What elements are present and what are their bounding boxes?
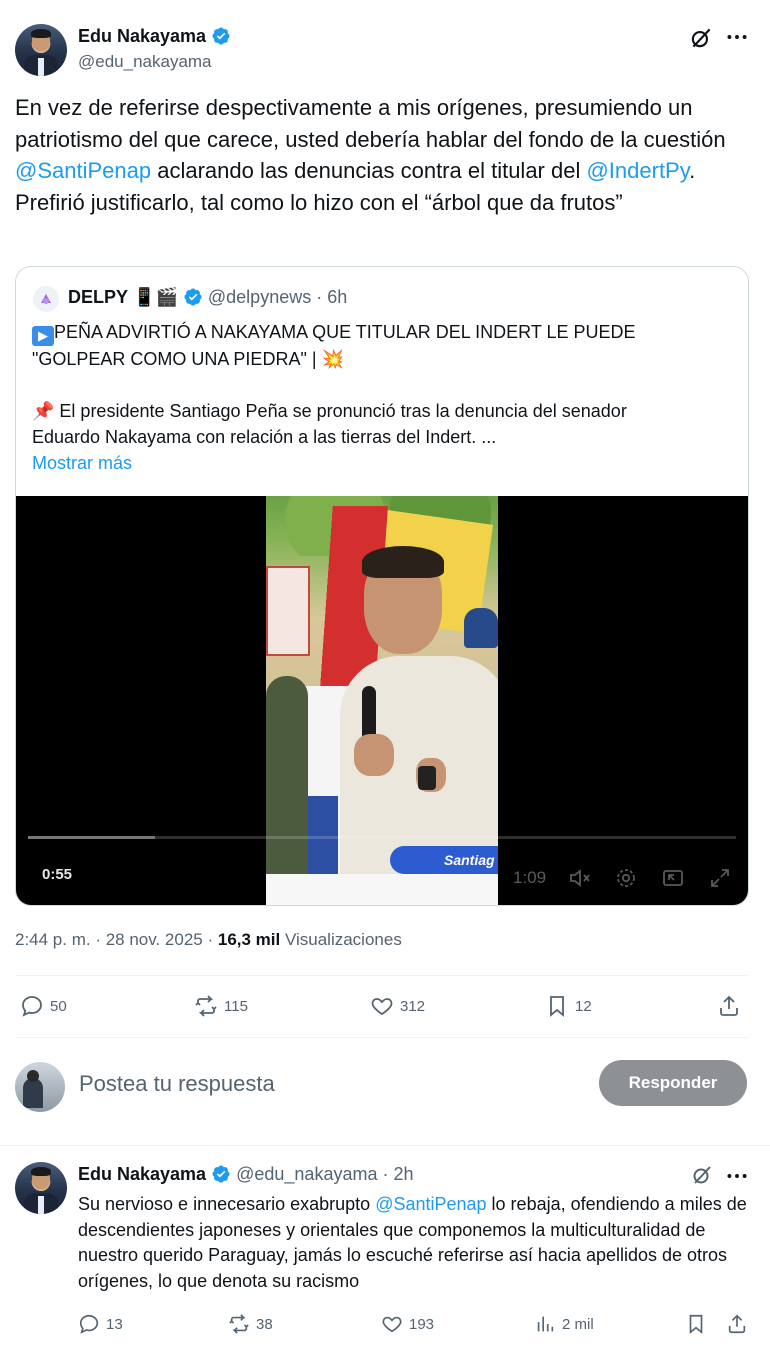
video-frame: Santiag	[266, 496, 498, 905]
verified-badge-icon	[184, 288, 202, 306]
quote-name-emojis: 📱🎬	[133, 287, 178, 307]
views-label: Visualizaciones	[280, 930, 402, 949]
mute-icon[interactable]	[567, 866, 593, 890]
tweet-text-part: En vez de referirse despectivamente a mi…	[15, 95, 726, 152]
mention-link[interactable]: @SantiPenap	[15, 158, 151, 183]
verified-badge-icon	[211, 27, 230, 45]
like-action[interactable]: 312	[370, 994, 425, 1018]
quote-line: 📌 El presidente Santiago Peña se pronunc…	[32, 398, 742, 424]
reply-text: Su nervioso e innecesario exabrupto @San…	[78, 1192, 750, 1294]
share-icon[interactable]	[726, 1313, 748, 1335]
reply-views-count: 2 mil	[562, 1315, 594, 1333]
settings-gear-icon[interactable]	[614, 866, 638, 890]
mention-link[interactable]: @IndertPy	[586, 158, 689, 183]
author-name-row: Edu Nakayama	[78, 26, 231, 47]
quote-author-avatar[interactable]	[33, 286, 59, 312]
author-avatar[interactable]	[15, 24, 67, 76]
show-more-link[interactable]: Mostrar más	[32, 450, 742, 476]
reply-input[interactable]: Postea tu respuesta	[79, 1071, 275, 1097]
more-options-icon[interactable]	[724, 1165, 750, 1187]
quote-line: Eduardo Nakayama con relación a las tier…	[32, 427, 497, 447]
reply-retweet-count: 38	[256, 1315, 273, 1333]
retweet-action[interactable]: 115	[194, 994, 248, 1018]
quoted-tweet-card[interactable]: DELPY 📱🎬 @delpynews · 6h ▶ PEÑA ADVIRTIÓ …	[15, 266, 749, 906]
bookmark-icon[interactable]	[685, 1313, 707, 1335]
wristwatch	[418, 766, 436, 790]
quote-line-text: PEÑA ADVIRTIÓ A NAKAYAMA QUE TITULAR DEL…	[54, 322, 636, 342]
quote-time: · 6h	[316, 287, 348, 307]
reply-text-part: Su nervioso e innecesario exabrupto	[78, 1194, 376, 1214]
video-progress-fill	[28, 836, 156, 839]
like-count: 312	[400, 997, 426, 1015]
bystander-cap	[464, 608, 498, 648]
share-action[interactable]	[717, 994, 741, 1018]
reply-count: 50	[50, 997, 67, 1015]
grok-icon[interactable]	[688, 25, 714, 51]
pushpin-emoji-icon: 📌	[32, 401, 55, 421]
quote-text: ▶ PEÑA ADVIRTIÓ A NAKAYAMA QUE TITULAR DE…	[32, 319, 742, 476]
quote-line-text: El presidente Santiago Peña se pronunció…	[54, 401, 627, 421]
speaker-hand	[354, 734, 394, 776]
reply-author-avatar[interactable]	[15, 1162, 67, 1214]
tweet-text-part: aclarando las denuncias contra el titula…	[151, 158, 587, 183]
reply-author-handle[interactable]: @edu_nakayama	[236, 1164, 377, 1184]
bookmark-icon	[550, 996, 564, 1017]
picture-in-picture-icon[interactable]	[661, 866, 685, 890]
more-options-icon[interactable]	[724, 26, 750, 48]
video-caption: Santiag	[390, 846, 498, 874]
quote-line: ▶ PEÑA ADVIRTIÓ A NAKAYAMA QUE TITULAR DE…	[32, 319, 742, 346]
grok-icon[interactable]	[690, 1163, 714, 1187]
reply-action[interactable]: 50	[20, 994, 67, 1018]
author-name[interactable]: Edu Nakayama	[78, 26, 206, 46]
reply-icon	[22, 996, 42, 1017]
quote-line: "GOLPEAR COMO UNA PIEDRA" | 💥	[32, 349, 344, 369]
video-player[interactable]: Santiag 0:55 1:09	[16, 496, 748, 905]
speaker-hair	[362, 546, 444, 578]
quote-author-handle[interactable]: @delpynews	[208, 287, 311, 307]
bystander	[266, 676, 308, 905]
divider	[15, 975, 749, 976]
reply-header: Edu Nakayama @edu_nakayama · 2h	[78, 1164, 414, 1185]
reply-reply-action[interactable]: 13	[78, 1313, 123, 1335]
bookmark-count: 12	[575, 997, 592, 1015]
retweet-icon	[195, 995, 217, 1017]
reply-retweet-action[interactable]: 38	[228, 1313, 273, 1335]
video-progress-track[interactable]	[28, 836, 736, 839]
delpy-logo-icon	[41, 294, 51, 304]
tweet-timestamp[interactable]: 2:44 p. m. · 28 nov. 2025 ·	[15, 930, 218, 949]
reply-like-action[interactable]: 193	[381, 1313, 434, 1335]
video-elapsed-time: 0:55	[42, 866, 73, 883]
views-count: 16,3 mil	[217, 930, 281, 949]
reply-reply-count: 13	[106, 1315, 123, 1333]
reply-icon	[79, 1314, 99, 1334]
mention-link[interactable]: @SantiPenap	[375, 1194, 486, 1214]
reply-author-name[interactable]: Edu Nakayama	[78, 1164, 206, 1184]
reply-time[interactable]: · 2h	[383, 1164, 414, 1184]
quote-author-name[interactable]: DELPY	[68, 287, 128, 307]
divider	[0, 1145, 770, 1146]
verified-badge-icon	[212, 1165, 230, 1183]
author-handle[interactable]: @edu_nakayama	[78, 52, 212, 72]
video-bottom-banner	[266, 874, 498, 905]
tweet-timestamp-row: 2:44 p. m. · 28 nov. 2025 · 16,3 mil Vis…	[15, 930, 402, 950]
tweet-text: En vez de referirse despectivamente a mi…	[15, 92, 755, 218]
reply-submit-button[interactable]: Responder	[599, 1060, 747, 1106]
bookmark-action[interactable]: 12	[545, 994, 592, 1018]
reply-like-count: 193	[409, 1315, 435, 1333]
reply-views-action[interactable]: 2 mil	[534, 1313, 594, 1335]
retweet-icon	[229, 1314, 249, 1334]
retweet-count: 115	[224, 997, 248, 1015]
quote-header: DELPY 📱🎬 @delpynews · 6h	[68, 287, 347, 308]
play-button-emoji-icon: ▶	[32, 326, 54, 346]
share-icon	[720, 995, 738, 1016]
composer-avatar[interactable]	[15, 1062, 65, 1112]
protest-sign-left	[266, 566, 310, 656]
fullscreen-icon[interactable]	[708, 866, 732, 890]
video-duration: 1:09	[513, 868, 547, 887]
heart-icon	[382, 1316, 402, 1333]
analytics-bar-chart-icon	[537, 1316, 554, 1332]
heart-icon	[371, 998, 393, 1016]
divider	[15, 1037, 749, 1038]
